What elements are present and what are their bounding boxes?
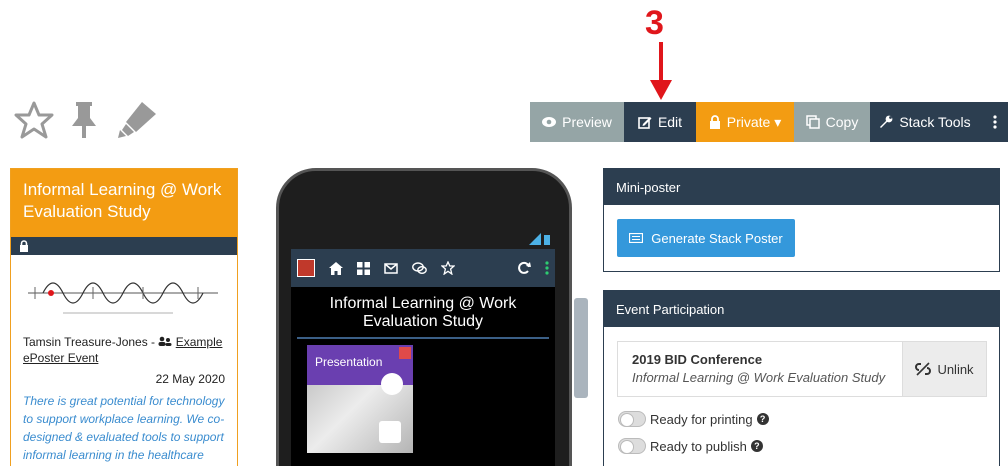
private-label: Private ▾	[726, 113, 782, 130]
ellipsis-vertical-icon	[993, 115, 997, 129]
ready-for-printing-toggle[interactable]	[618, 411, 646, 427]
stack-card-author: Tamsin Treasure-Jones - Example ePoster …	[23, 334, 225, 366]
stack-card-title[interactable]: Informal Learning @ Work Evaluation Stud…	[11, 169, 237, 237]
unlink-icon	[915, 362, 932, 376]
annotation-step-number: 3	[645, 4, 664, 42]
mini-poster-panel: Mini-poster Generate Stack Poster	[603, 168, 1000, 272]
event-name: 2019 BID Conference	[632, 352, 763, 367]
edit-button[interactable]: Edit	[624, 102, 696, 142]
generate-stack-poster-label: Generate Stack Poster	[651, 230, 783, 246]
ready-for-printing-label: Ready for printing	[650, 411, 753, 427]
ready-to-publish-row: Ready to publish ?	[618, 438, 763, 454]
event-subtitle: Informal Learning @ Work Evaluation Stud…	[632, 370, 886, 385]
scroll-handle[interactable]	[574, 298, 588, 398]
mini-poster-heading: Mini-poster	[604, 169, 999, 205]
copy-label: Copy	[825, 114, 859, 130]
event-participation-heading: Event Participation	[604, 291, 999, 327]
phone-divider	[297, 337, 549, 339]
help-icon[interactable]: ?	[756, 413, 769, 425]
stack-card[interactable]: Informal Learning @ Work Evaluation Stud…	[10, 168, 238, 466]
grid-icon[interactable]	[357, 261, 370, 275]
phone-screen: Informal Learning @ Work Evaluation Stud…	[291, 249, 555, 466]
ready-to-publish-label: Ready to publish	[650, 438, 747, 454]
help-icon[interactable]: ?	[750, 440, 763, 452]
private-dropdown[interactable]: Private ▾	[696, 102, 794, 142]
stack-thumbnail-icon[interactable]	[297, 259, 315, 277]
star-icon[interactable]	[441, 261, 455, 275]
generate-stack-poster-button[interactable]: Generate Stack Poster	[617, 219, 795, 257]
preview-button[interactable]: Preview	[530, 102, 624, 142]
unlink-label: Unlink	[937, 361, 974, 377]
phone-stack-title: Informal Learning @ Work Evaluation Stud…	[329, 295, 517, 330]
users-icon	[158, 336, 172, 346]
lock-icon	[20, 240, 28, 252]
home-icon[interactable]	[329, 261, 343, 275]
star-icon[interactable]	[14, 100, 54, 140]
wrench-icon	[880, 115, 893, 128]
phone-nav-bar	[291, 249, 555, 287]
ready-for-printing-row: Ready for printing ?	[618, 411, 769, 427]
annotation-arrow-icon	[650, 42, 672, 100]
envelope-icon[interactable]	[384, 262, 398, 274]
stack-tools-label: Stack Tools	[899, 114, 971, 130]
author-name: Tamsin Treasure-Jones -	[23, 335, 156, 349]
lock-icon	[709, 115, 720, 129]
comments-icon[interactable]	[412, 261, 427, 275]
copy-icon	[805, 115, 820, 129]
top-icon-bar	[14, 100, 158, 140]
ready-to-publish-toggle[interactable]	[618, 438, 646, 454]
pin-icon[interactable]	[68, 100, 100, 140]
stack-card-description: There is great potential for technology …	[23, 394, 225, 462]
preview-label: Preview	[562, 114, 612, 130]
eye-icon	[542, 117, 557, 127]
stack-card-date: 22 May 2020	[155, 372, 225, 386]
more-options-button[interactable]	[980, 102, 1008, 142]
refresh-icon[interactable]	[517, 261, 531, 275]
edit-icon[interactable]	[399, 347, 411, 359]
presentation-card[interactable]: Presentation	[307, 345, 413, 453]
stack-tools-button[interactable]: Stack Tools	[870, 102, 980, 142]
document-icon[interactable]	[381, 373, 403, 395]
unlink-button[interactable]: Unlink	[902, 342, 986, 396]
edit-label: Edit	[657, 114, 683, 130]
copy-button[interactable]: Copy	[794, 102, 870, 142]
ellipsis-vertical-icon[interactable]	[545, 261, 549, 275]
stack-card-status-bar	[11, 237, 237, 255]
event-participation-panel: Event Participation 2019 BID Conference …	[603, 290, 1000, 466]
edit-icon	[638, 117, 652, 129]
timeline-thumbnail	[28, 282, 218, 314]
poster-icon	[629, 233, 644, 243]
phone-preview: Informal Learning @ Work Evaluation Stud…	[276, 168, 572, 466]
highlighter-icon[interactable]	[114, 100, 158, 140]
download-icon[interactable]	[379, 421, 401, 443]
stack-toolbar: Preview Edit Private ▾ Copy Stack Tools	[530, 102, 1008, 142]
event-entry: 2019 BID Conference Informal Learning @ …	[617, 341, 987, 397]
signal-icon	[529, 233, 550, 245]
